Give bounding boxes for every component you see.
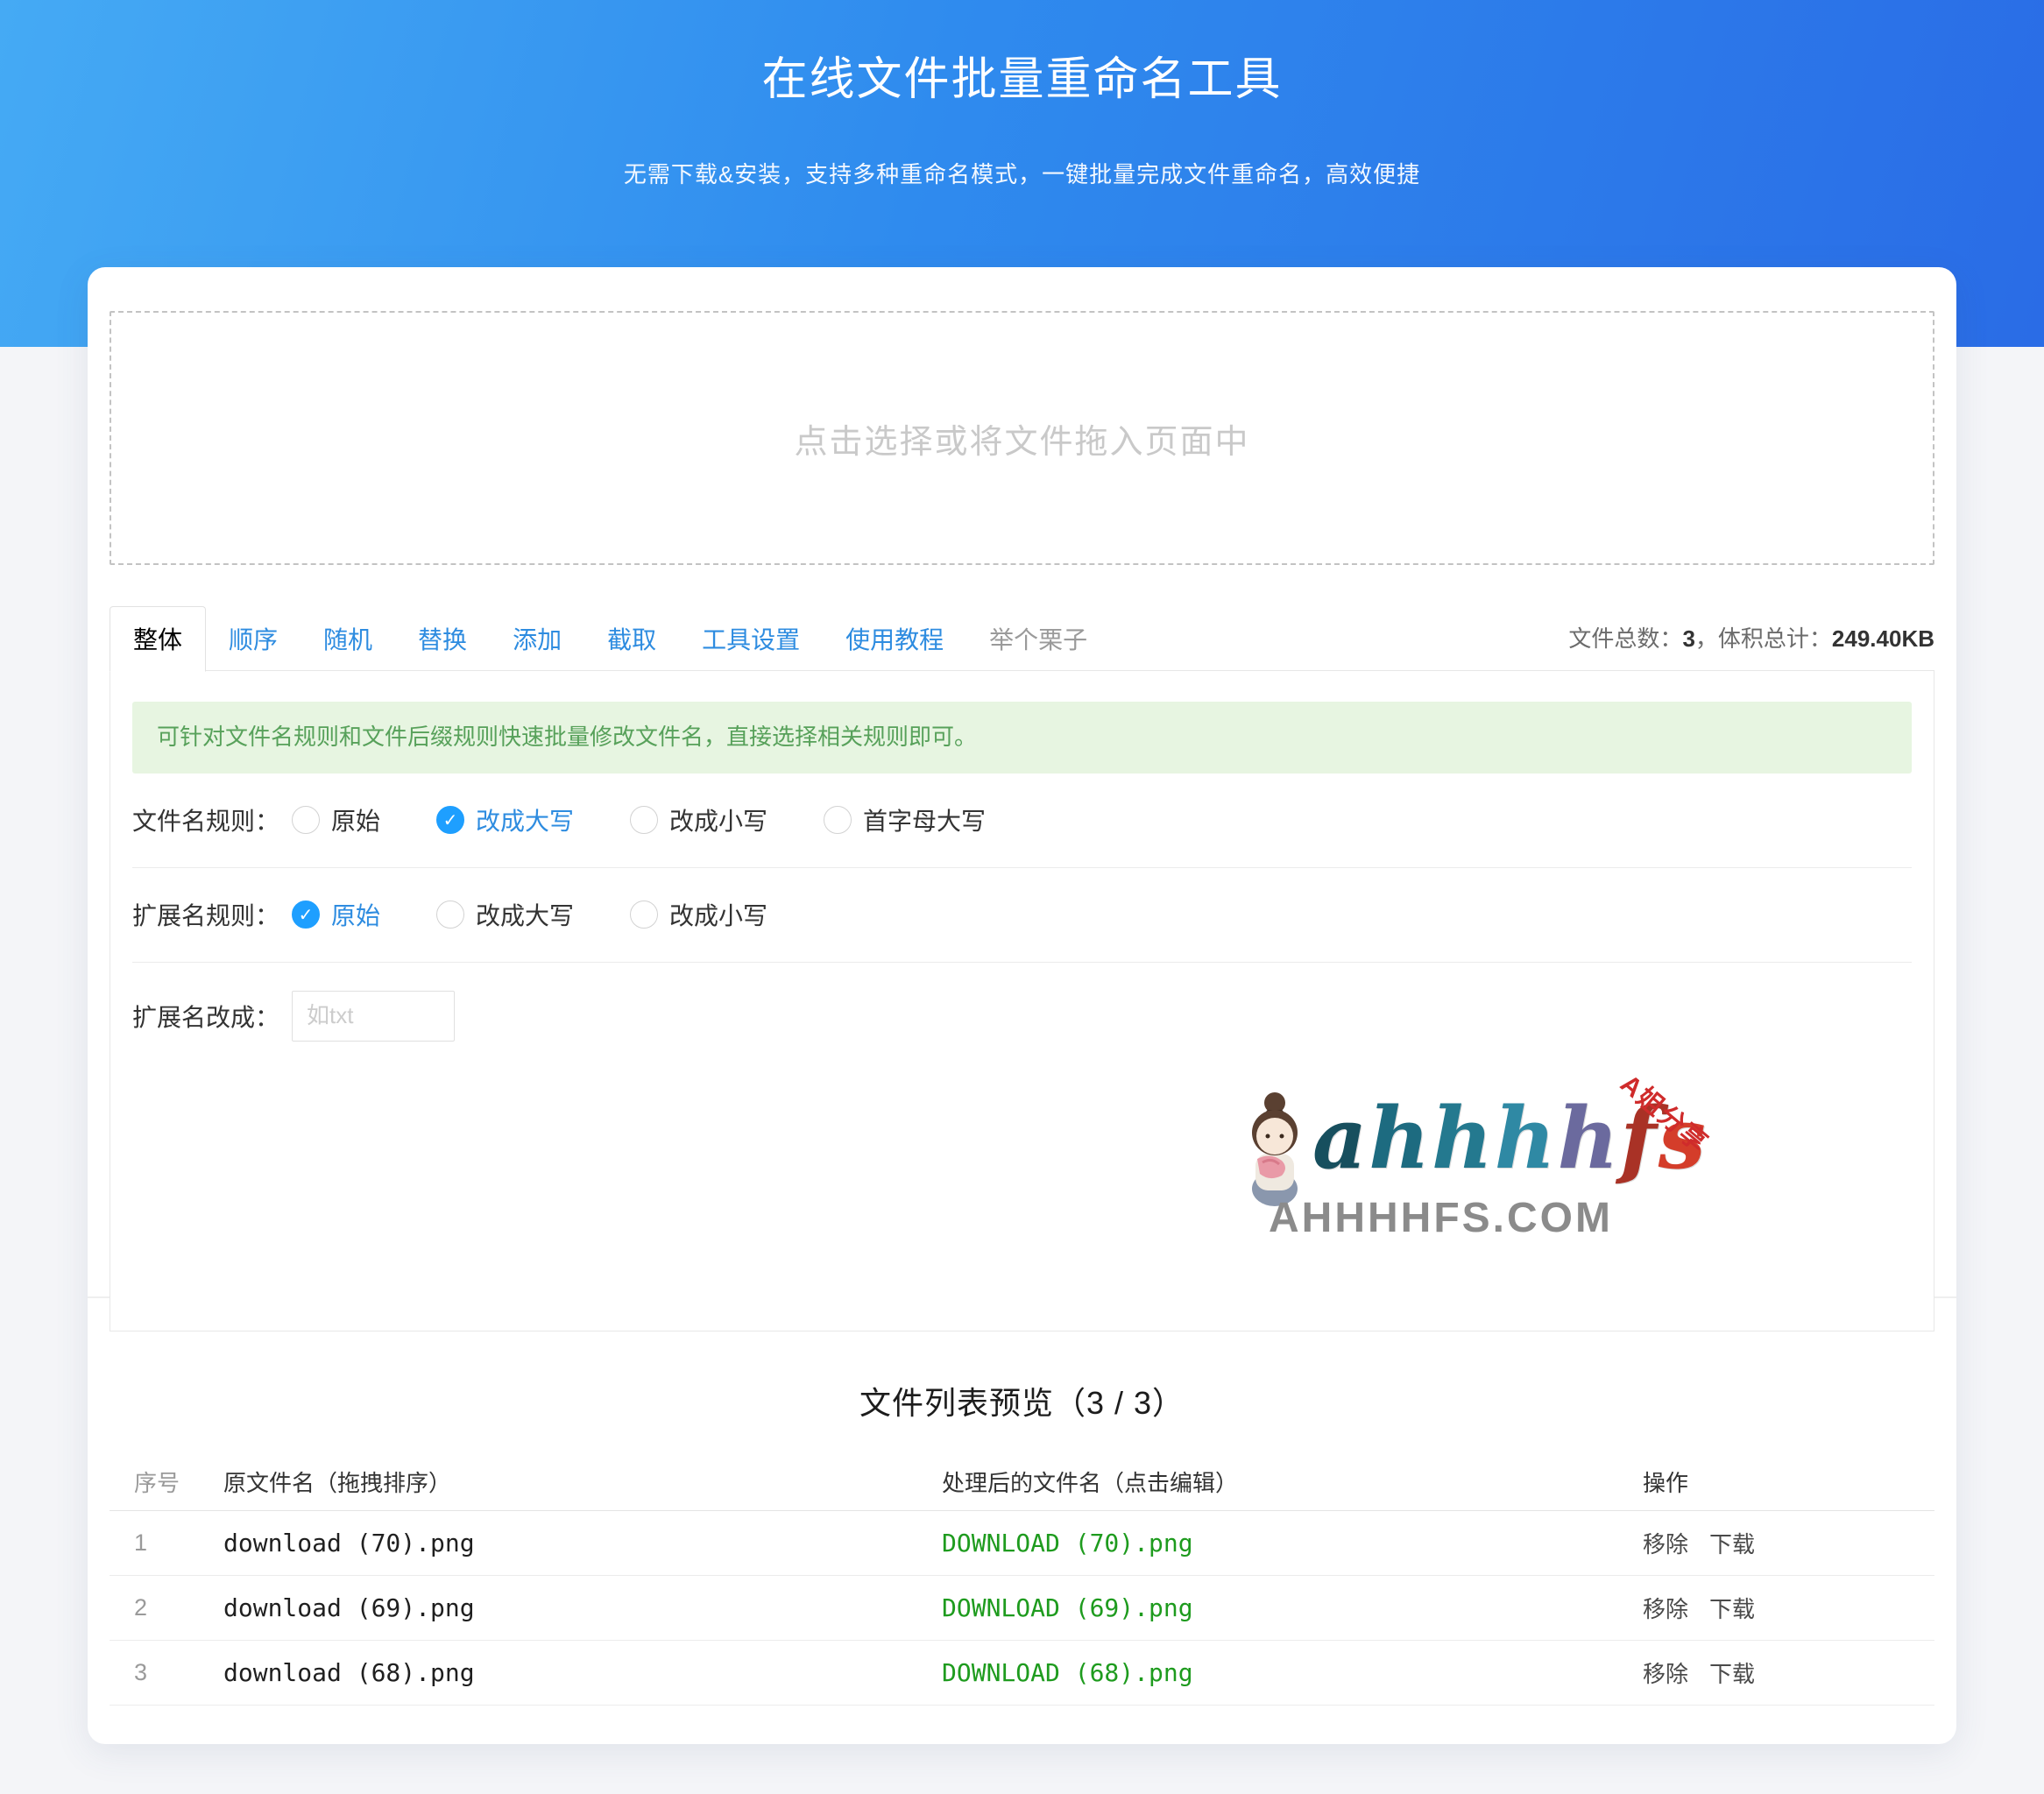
col-header-original: 原文件名（拖拽排序） — [215, 1454, 933, 1510]
table-row: 2 download (69).png DOWNLOAD (69).png 移除… — [110, 1575, 1934, 1640]
radio-name-capitalize[interactable]: 首字母大写 — [824, 802, 986, 837]
table-row: 3 download (68).png DOWNLOAD (68).png 移除… — [110, 1640, 1934, 1705]
download-link[interactable]: 下载 — [1709, 1596, 1755, 1622]
extension-change-input[interactable] — [292, 991, 455, 1042]
file-size-value: 249.40KB — [1832, 625, 1934, 652]
remove-link[interactable]: 移除 — [1643, 1661, 1688, 1687]
page-title: 在线文件批量重命名工具 — [0, 0, 2044, 108]
processed-filename[interactable]: DOWNLOAD (70).png — [933, 1510, 1634, 1575]
original-filename[interactable]: download (68).png — [215, 1640, 933, 1705]
tab-replace[interactable]: 替换 — [395, 607, 490, 671]
tab-tutorial[interactable]: 使用教程 — [823, 607, 966, 671]
extension-rule-row: 扩展名规则： ✓ 原始 改成大写 改成小写 — [132, 868, 1912, 963]
extension-change-label: 扩展名改成： — [132, 999, 292, 1034]
radio-label: 改成小写 — [669, 897, 767, 932]
file-dropzone[interactable]: 点击选择或将文件拖入页面中 — [110, 311, 1934, 565]
original-filename[interactable]: download (69).png — [215, 1575, 933, 1640]
tab-intercept[interactable]: 截取 — [584, 607, 679, 671]
col-header-processed: 处理后的文件名（点击编辑） — [933, 1454, 1634, 1510]
col-header-actions: 操作 — [1634, 1454, 1934, 1510]
radio-checked-icon: ✓ — [292, 901, 320, 929]
tab-panel-overall: 可针对文件名规则和文件后缀规则快速批量修改文件名，直接选择相关规则即可。 文件名… — [110, 670, 1934, 1331]
tab-sequence[interactable]: 顺序 — [206, 607, 301, 671]
row-index: 2 — [110, 1575, 215, 1640]
dropzone-hint: 点击选择或将文件拖入页面中 — [794, 414, 1249, 463]
tab-bar: 整体 顺序 随机 替换 添加 截取 工具设置 使用教程 举个栗子 文件总数：3，… — [110, 611, 1934, 671]
radio-ext-original[interactable]: ✓ 原始 — [292, 897, 380, 932]
page-subtitle: 无需下载&安装，支持多种重命名模式，一键批量完成文件重命名，高效便捷 — [0, 157, 2044, 189]
tab-overall[interactable]: 整体 — [110, 606, 206, 672]
radio-name-original[interactable]: 原始 — [292, 802, 380, 837]
remove-link[interactable]: 移除 — [1643, 1531, 1688, 1557]
file-count-label: 文件总数： — [1568, 625, 1682, 652]
radio-name-uppercase[interactable]: ✓ 改成大写 — [436, 802, 574, 837]
file-list-table: 序号 原文件名（拖拽排序） 处理后的文件名（点击编辑） 操作 1 downloa… — [110, 1454, 1934, 1706]
file-stats: 文件总数：3，体积总计：249.40KB — [1568, 621, 1934, 671]
radio-icon — [824, 806, 852, 834]
processed-filename[interactable]: DOWNLOAD (69).png — [933, 1575, 1634, 1640]
download-link[interactable]: 下载 — [1709, 1531, 1755, 1557]
radio-label: 改成大写 — [476, 802, 574, 837]
tab-add[interactable]: 添加 — [490, 607, 584, 671]
extension-change-row: 扩展名改成： — [132, 963, 1912, 1070]
radio-ext-lowercase[interactable]: 改成小写 — [630, 897, 767, 932]
row-index: 1 — [110, 1510, 215, 1575]
radio-name-lowercase[interactable]: 改成小写 — [630, 802, 767, 837]
filename-rule-label: 文件名规则： — [132, 802, 292, 837]
rule-notice: 可针对文件名规则和文件后缀规则快速批量修改文件名，直接选择相关规则即可。 — [132, 702, 1912, 773]
row-index: 3 — [110, 1640, 215, 1705]
radio-label: 改成小写 — [669, 802, 767, 837]
radio-icon — [292, 806, 320, 834]
table-header-row: 序号 原文件名（拖拽排序） 处理后的文件名（点击编辑） 操作 — [110, 1454, 1934, 1510]
radio-icon — [630, 901, 658, 929]
radio-checked-icon: ✓ — [436, 806, 464, 834]
tab-tool-settings[interactable]: 工具设置 — [679, 607, 823, 671]
processed-filename[interactable]: DOWNLOAD (68).png — [933, 1640, 1634, 1705]
file-count-value: 3 — [1682, 625, 1694, 652]
file-size-label: ，体积总计： — [1695, 625, 1832, 652]
tab-example[interactable]: 举个栗子 — [966, 607, 1110, 671]
radio-icon — [436, 901, 464, 929]
file-list-title: 文件列表预览（3 / 3） — [88, 1378, 1956, 1423]
radio-label: 原始 — [331, 802, 380, 837]
extension-rule-label: 扩展名规则： — [132, 897, 292, 932]
original-filename[interactable]: download (70).png — [215, 1510, 933, 1575]
radio-icon — [630, 806, 658, 834]
download-link[interactable]: 下载 — [1709, 1661, 1755, 1687]
radio-label: 首字母大写 — [863, 802, 986, 837]
table-row: 1 download (70).png DOWNLOAD (70).png 移除… — [110, 1510, 1934, 1575]
radio-label: 原始 — [331, 897, 380, 932]
filename-rule-row: 文件名规则： 原始 ✓ 改成大写 改成小写 首字母大写 — [132, 773, 1912, 868]
tab-random[interactable]: 随机 — [301, 607, 395, 671]
remove-link[interactable]: 移除 — [1643, 1596, 1688, 1622]
radio-label: 改成大写 — [476, 897, 574, 932]
radio-ext-uppercase[interactable]: 改成大写 — [436, 897, 574, 932]
col-header-index: 序号 — [110, 1454, 215, 1510]
main-card: 点击选择或将文件拖入页面中 整体 顺序 随机 替换 添加 截取 工具设置 使用教… — [88, 267, 1956, 1744]
